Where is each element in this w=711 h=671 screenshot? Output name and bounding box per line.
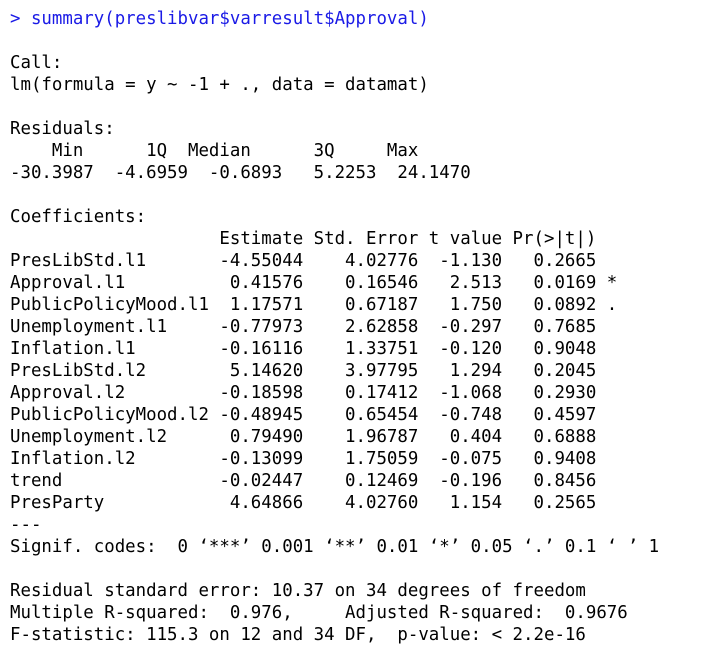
coefficients-header: Coefficients: (10, 207, 147, 227)
coefficient-row: Inflation.l1 -0.16116 1.33751 -0.120 0.9… (10, 339, 618, 359)
residual-standard-error: Residual standard error: 10.37 on 34 deg… (10, 581, 586, 601)
separator-line: --- (10, 515, 42, 535)
coefficient-row: PresParty 4.64866 4.02760 1.154 0.2565 (10, 493, 618, 513)
coefficient-row: Unemployment.l1 -0.77973 2.62858 -0.297 … (10, 317, 618, 337)
coefficient-row: PublicPolicyMood.l2 -0.48945 0.65454 -0.… (10, 405, 618, 425)
coefficients-column-header: Estimate Std. Error t value Pr(>|t|) (10, 229, 618, 249)
signif-codes-legend: Signif. codes: 0 ‘***’ 0.001 ‘**’ 0.01 ‘… (10, 537, 660, 557)
coefficient-row: Approval.l1 0.41576 0.16546 2.513 0.0169… (10, 273, 618, 293)
coefficient-row: Unemployment.l2 0.79490 1.96787 0.404 0.… (10, 427, 618, 447)
residuals-header: Residuals: (10, 119, 115, 139)
residuals-labels: Min 1Q Median 3Q Max (10, 141, 429, 161)
call-formula: lm(formula = y ~ -1 + ., data = datamat) (10, 75, 429, 95)
f-statistic-line: F-statistic: 115.3 on 12 and 34 DF, p-va… (10, 625, 586, 645)
command-prompt-line: > summary(preslibvar$varresult$Approval) (10, 9, 429, 29)
coefficient-row: PresLibStd.l2 5.14620 3.97795 1.294 0.20… (10, 361, 618, 381)
residuals-values: -30.3987 -4.6959 -0.6893 5.2253 24.1470 (10, 163, 482, 183)
coefficient-row: trend -0.02447 0.12469 -0.196 0.8456 (10, 471, 618, 491)
call-header: Call: (10, 53, 63, 73)
coefficient-row: PublicPolicyMood.l1 1.17571 0.67187 1.75… (10, 295, 618, 315)
r-squared-line: Multiple R-squared: 0.976, Adjusted R-sq… (10, 603, 639, 623)
coefficient-row: Inflation.l2 -0.13099 1.75059 -0.075 0.9… (10, 449, 618, 469)
coefficient-row: PresLibStd.l1 -4.55044 4.02776 -1.130 0.… (10, 251, 618, 271)
r-console-output[interactable]: > summary(preslibvar$varresult$Approval)… (0, 0, 711, 646)
coefficient-row: Approval.l2 -0.18598 0.17412 -1.068 0.29… (10, 383, 618, 403)
